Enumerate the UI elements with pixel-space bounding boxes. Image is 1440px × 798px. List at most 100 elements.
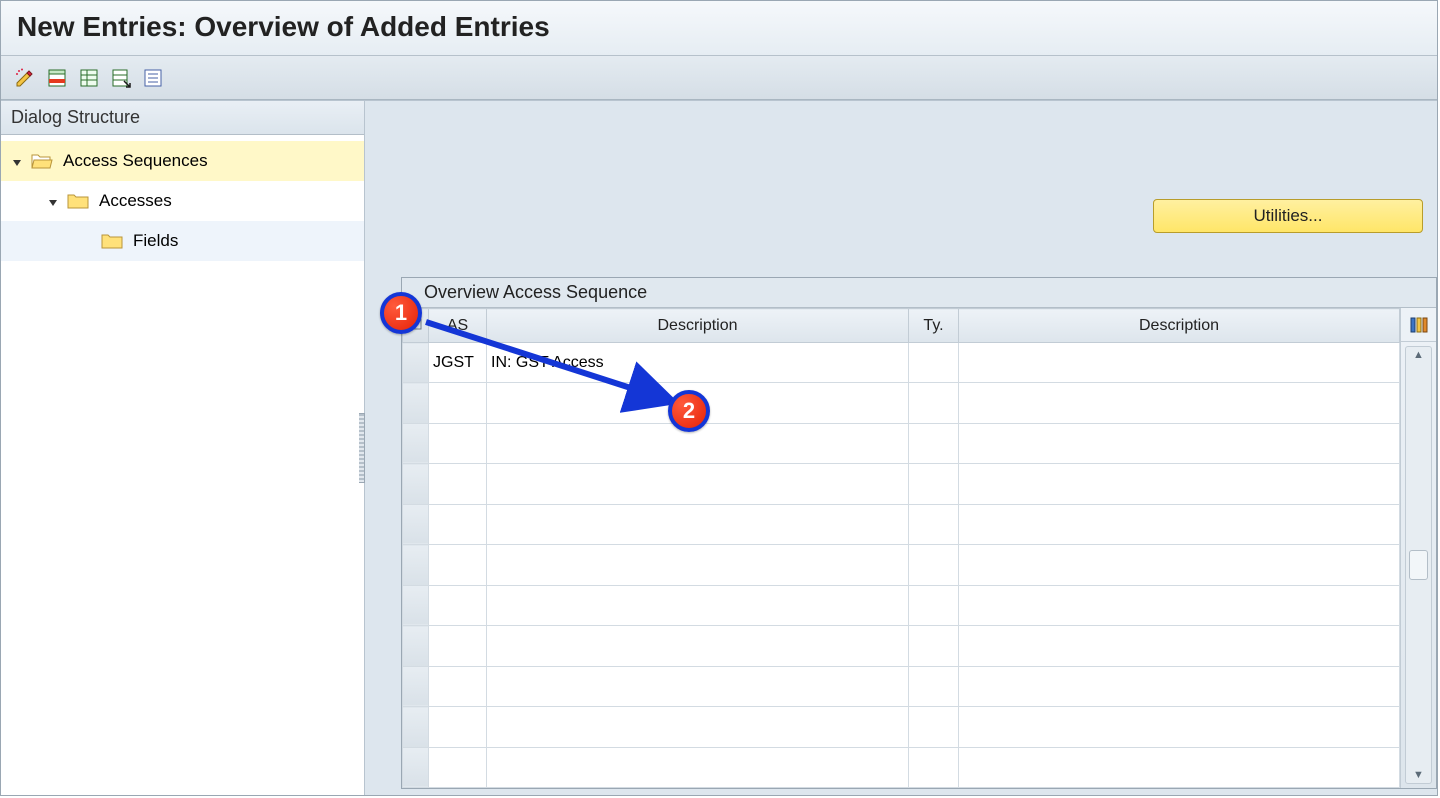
- row-selector[interactable]: [403, 545, 429, 585]
- cell-as[interactable]: [429, 423, 487, 463]
- toolbar-select-all-button[interactable]: [75, 64, 103, 92]
- cell-ty[interactable]: [909, 585, 959, 625]
- main-area: Dialog Structure Access Sequences: [1, 100, 1437, 795]
- vertical-scrollbar[interactable]: ▲ ▼: [1405, 346, 1432, 784]
- cell-as[interactable]: [429, 464, 487, 504]
- cell-ty[interactable]: [909, 423, 959, 463]
- column-header-ty[interactable]: Ty.: [909, 309, 959, 343]
- cell-desc2[interactable]: [959, 545, 1400, 585]
- cell-ty[interactable]: [909, 626, 959, 666]
- tree-node-fields[interactable]: Fields: [1, 221, 364, 261]
- row-selector[interactable]: [403, 464, 429, 504]
- toolbar: [1, 56, 1437, 100]
- annotation-badge-2: 2: [668, 390, 710, 432]
- cell-desc1[interactable]: [487, 707, 909, 747]
- table-delete-icon: [46, 67, 68, 89]
- collapse-icon[interactable]: [11, 154, 25, 168]
- cell-desc1[interactable]: [487, 464, 909, 504]
- cell-desc1[interactable]: [487, 747, 909, 787]
- cell-desc2[interactable]: [959, 747, 1400, 787]
- row-selector[interactable]: [403, 747, 429, 787]
- utilities-button[interactable]: Utilities...: [1153, 199, 1423, 233]
- cell-ty[interactable]: [909, 343, 959, 383]
- row-selector[interactable]: [403, 707, 429, 747]
- cell-desc1[interactable]: [487, 504, 909, 544]
- table-row[interactable]: [403, 666, 1400, 706]
- cell-ty[interactable]: [909, 545, 959, 585]
- annotation-badge-1: 1: [380, 292, 422, 334]
- table-config-column: ▲ ▼: [1400, 308, 1436, 788]
- cell-desc2[interactable]: [959, 423, 1400, 463]
- cell-desc2[interactable]: [959, 383, 1400, 423]
- toolbar-export-button[interactable]: [107, 64, 135, 92]
- table-title: Overview Access Sequence: [402, 278, 1436, 308]
- cell-desc2[interactable]: [959, 504, 1400, 544]
- table-row[interactable]: [403, 504, 1400, 544]
- splitter-handle[interactable]: [359, 413, 365, 483]
- cell-ty[interactable]: [909, 464, 959, 504]
- collapse-icon[interactable]: [47, 194, 61, 208]
- cell-desc2[interactable]: [959, 585, 1400, 625]
- column-header-description-2[interactable]: Description: [959, 309, 1400, 343]
- tree-node-label: Access Sequences: [63, 151, 208, 171]
- scroll-down-icon[interactable]: ▼: [1413, 769, 1424, 781]
- cell-desc2[interactable]: [959, 464, 1400, 504]
- table-row[interactable]: [403, 747, 1400, 787]
- cell-desc2[interactable]: [959, 626, 1400, 666]
- app-window: New Entries: Overview of Added Entries: [0, 0, 1438, 796]
- cell-as[interactable]: [429, 585, 487, 625]
- title-bar: New Entries: Overview of Added Entries: [1, 1, 1437, 56]
- toolbar-print-button[interactable]: [139, 64, 167, 92]
- cell-desc2[interactable]: [959, 707, 1400, 747]
- cell-desc2[interactable]: [959, 666, 1400, 706]
- dialog-structure-header: Dialog Structure: [1, 101, 364, 135]
- dialog-structure-tree: Access Sequences Accesses: [1, 135, 364, 267]
- folder-icon: [101, 232, 123, 250]
- cell-ty[interactable]: [909, 747, 959, 787]
- row-selector[interactable]: [403, 504, 429, 544]
- tree-node-access-sequences[interactable]: Access Sequences: [1, 141, 364, 181]
- toolbar-delete-row-button[interactable]: [43, 64, 71, 92]
- cell-as[interactable]: [429, 545, 487, 585]
- scroll-thumb[interactable]: [1409, 550, 1428, 580]
- cell-desc1[interactable]: [487, 585, 909, 625]
- table-row[interactable]: [403, 585, 1400, 625]
- row-selector[interactable]: [403, 423, 429, 463]
- toolbar-edit-button[interactable]: [11, 64, 39, 92]
- cell-as[interactable]: [429, 707, 487, 747]
- configure-columns-button[interactable]: [1401, 308, 1436, 342]
- tree-node-label: Accesses: [99, 191, 172, 211]
- list-icon: [142, 67, 164, 89]
- folder-open-icon: [31, 152, 53, 170]
- cell-ty[interactable]: [909, 504, 959, 544]
- cell-ty[interactable]: [909, 383, 959, 423]
- dialog-structure-panel: Dialog Structure Access Sequences: [1, 100, 365, 795]
- cell-desc1[interactable]: [487, 626, 909, 666]
- scroll-up-icon[interactable]: ▲: [1413, 349, 1424, 361]
- folder-icon: [67, 192, 89, 210]
- cell-as[interactable]: [429, 504, 487, 544]
- cell-as[interactable]: [429, 666, 487, 706]
- cell-as[interactable]: [429, 626, 487, 666]
- table-row[interactable]: [403, 423, 1400, 463]
- table-row[interactable]: [403, 545, 1400, 585]
- table-row[interactable]: [403, 707, 1400, 747]
- columns-icon: [1409, 315, 1429, 335]
- row-selector[interactable]: [403, 666, 429, 706]
- pencil-icon: [14, 67, 36, 89]
- cell-as[interactable]: [429, 747, 487, 787]
- cell-desc1[interactable]: [487, 545, 909, 585]
- cell-ty[interactable]: [909, 707, 959, 747]
- annotation-arrow: [422, 314, 688, 424]
- row-selector[interactable]: [403, 585, 429, 625]
- row-selector[interactable]: [403, 626, 429, 666]
- table-export-icon: [110, 67, 132, 89]
- cell-desc1[interactable]: [487, 666, 909, 706]
- table-row[interactable]: [403, 626, 1400, 666]
- page-title: New Entries: Overview of Added Entries: [17, 11, 1421, 43]
- cell-desc2[interactable]: [959, 343, 1400, 383]
- tree-node-label: Fields: [133, 231, 178, 251]
- cell-ty[interactable]: [909, 666, 959, 706]
- tree-node-accesses[interactable]: Accesses: [1, 181, 364, 221]
- table-row[interactable]: [403, 464, 1400, 504]
